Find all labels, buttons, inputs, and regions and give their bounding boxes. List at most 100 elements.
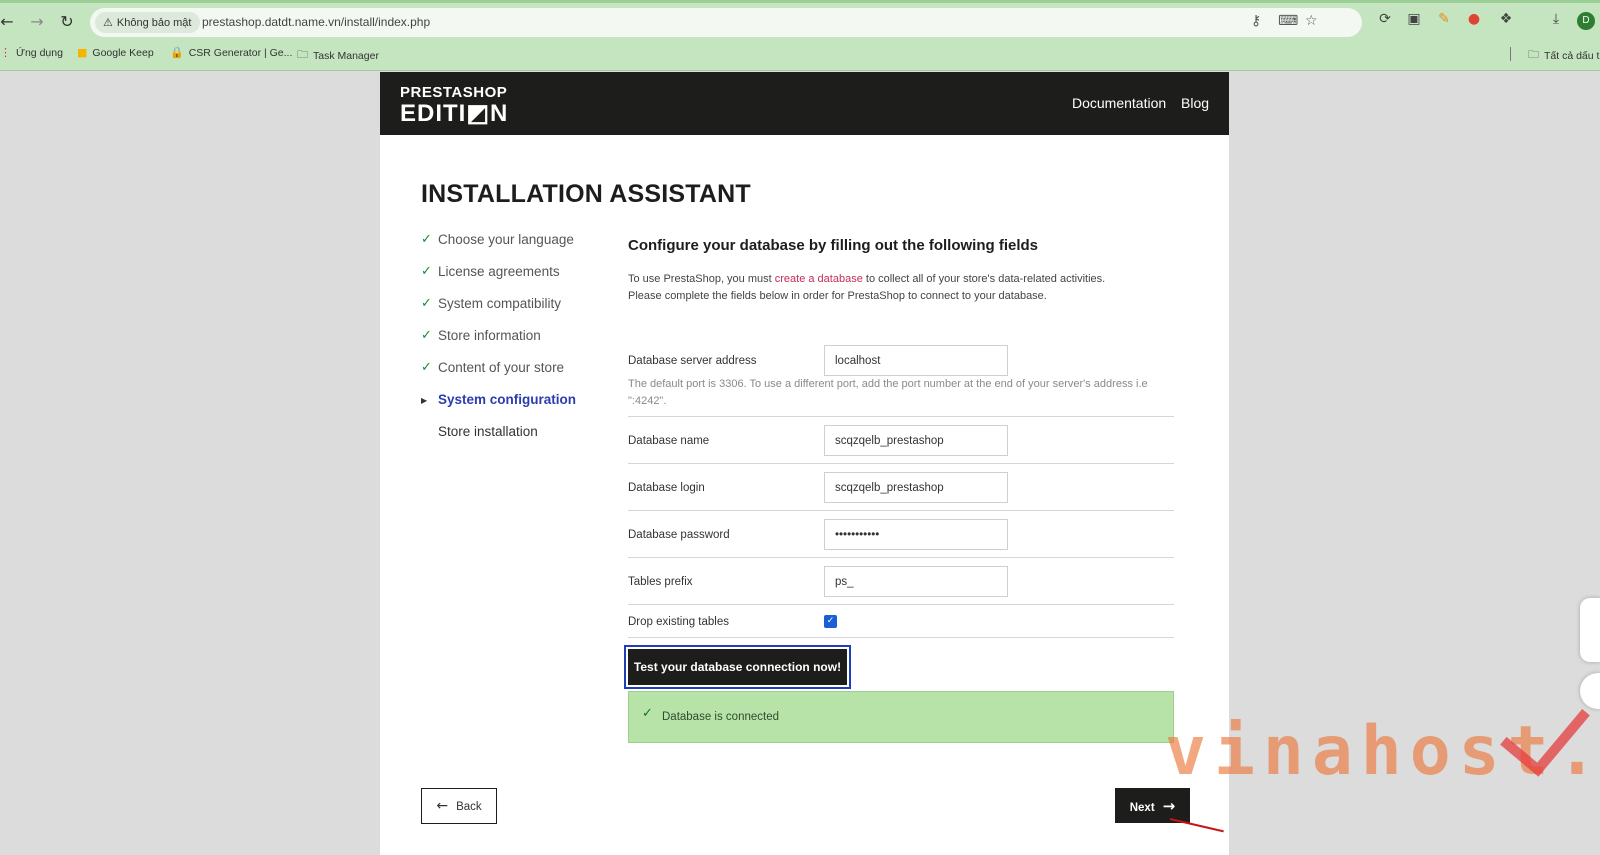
step-license[interactable]: ✓ License agreements <box>421 264 601 296</box>
puzzle-icon[interactable]: ❖ <box>1496 11 1516 31</box>
security-chip[interactable]: ⚠ Không bảo mật <box>95 12 200 33</box>
test-connection-button[interactable]: Test your database connection now! <box>624 645 851 689</box>
database-name-label: Database name <box>628 435 710 447</box>
database-password-input[interactable] <box>824 519 1008 550</box>
back-nav-icon[interactable]: ← <box>0 10 18 32</box>
check-icon: ✓ <box>421 360 432 375</box>
database-name-row: Database name <box>628 417 1174 464</box>
side-widget[interactable] <box>1580 598 1600 662</box>
check-icon: ✓ <box>421 328 432 343</box>
database-login-input[interactable] <box>824 472 1008 503</box>
bookmark-label: Tất cả dấu t <box>1544 49 1600 62</box>
forward-nav-icon[interactable]: → <box>26 10 48 32</box>
step-list: ✓ Choose your language ✓ License agreement… <box>421 232 601 456</box>
bookmark-label: CSR Generator | Ge... <box>188 46 293 59</box>
bookmark-label: Ứng dụng <box>16 46 63 59</box>
check-icon: ✓ <box>421 296 432 311</box>
step-label: License agreements <box>438 264 560 279</box>
success-message: Database is connected <box>662 711 779 723</box>
warning-icon: ⚠ <box>103 16 113 29</box>
profile-avatar[interactable]: D <box>1577 12 1595 30</box>
bookmark-separator <box>1510 47 1511 61</box>
drop-tables-checkbox[interactable]: ✓ <box>824 615 837 628</box>
server-address-hint: The default port is 3306. To use a diffe… <box>628 378 1148 407</box>
page-title: INSTALLATION ASSISTANT <box>421 180 751 208</box>
intro-text: to collect all of your store's data-rela… <box>862 273 1106 285</box>
form-heading: Configure your database by filling out t… <box>628 237 1039 254</box>
folder-icon: 🗀 <box>1528 48 1539 61</box>
back-label: Back <box>456 801 482 813</box>
extension-badge-icon[interactable]: ● <box>1464 11 1484 31</box>
keep-icon: ■ <box>77 46 88 59</box>
browser-toolbar: ← → ↻ ⚠ Không bảo mật prestashop.datdt.n… <box>0 0 1600 71</box>
folder-icon: 🗀 <box>297 48 308 61</box>
intro-text: To use PrestaShop, you must <box>628 273 775 285</box>
step-label: System compatibility <box>438 296 562 311</box>
check-icon: ✓ <box>421 232 432 247</box>
arrow-left-icon: ← <box>436 798 449 814</box>
step-system-configuration[interactable]: ▶ System configuration <box>421 392 601 424</box>
star-icon[interactable]: ☆ <box>1305 13 1318 29</box>
documentation-link[interactable]: Documentation <box>1072 95 1166 111</box>
step-store-installation: Store installation <box>421 424 601 456</box>
tab-strip <box>0 0 1600 3</box>
drop-tables-row: Drop existing tables ✓ <box>628 605 1174 638</box>
server-address-input[interactable] <box>824 345 1008 376</box>
reload-icon[interactable]: ↻ <box>56 10 78 32</box>
tables-prefix-row: Tables prefix <box>628 558 1174 605</box>
security-label: Không bảo mật <box>116 16 192 29</box>
bookmark-label: Task Manager <box>313 49 379 62</box>
bookmark-task-manager[interactable]: 🗀 Task Manager <box>297 46 379 65</box>
site-header: PRESTASHOP EDITI◩N Documentation Blog <box>380 72 1229 135</box>
server-address-row: Database server address The default port… <box>628 345 1174 417</box>
back-button[interactable]: ← Back <box>421 788 497 824</box>
intro-text: Please complete the fields below in orde… <box>628 290 1047 302</box>
translate-icon[interactable]: ⌨ <box>1278 13 1298 29</box>
key-icon[interactable]: ⚷ <box>1251 13 1261 29</box>
pencil-icon[interactable]: ✎ <box>1434 11 1454 31</box>
server-address-label: Database server address <box>628 355 757 367</box>
arrow-right-icon: → <box>1162 796 1176 815</box>
sync-icon[interactable]: ⟳ <box>1375 11 1395 31</box>
form-intro: Configure your database by filling out t… <box>628 237 1174 305</box>
database-login-row: Database login <box>628 464 1174 511</box>
step-compatibility[interactable]: ✓ System compatibility <box>421 296 601 328</box>
step-label: System configuration <box>438 392 577 407</box>
side-widget-button[interactable] <box>1580 673 1600 709</box>
url-text[interactable]: prestashop.datdt.name.vn/install/index.p… <box>202 15 430 29</box>
caret-right-icon: ▶ <box>421 396 428 405</box>
drop-tables-label: Drop existing tables <box>628 616 729 628</box>
address-bar[interactable]: ⚠ Không bảo mật prestashop.datdt.name.vn… <box>90 8 1362 37</box>
step-label: Store installation <box>438 424 538 439</box>
bookmark-all[interactable]: 🗀 Tất cả dấu t <box>1528 46 1599 65</box>
download-icon[interactable]: ⤓ <box>1546 11 1566 31</box>
next-button[interactable]: Next → <box>1115 788 1190 823</box>
step-label: Choose your language <box>438 232 574 247</box>
bookmarks-bar: ⋮ Ứng dụng ■ Google Keep 🔒 CSR Generator… <box>0 44 1600 64</box>
check-icon: ✓ <box>642 706 653 721</box>
bookmark-label: Google Keep <box>92 46 154 59</box>
step-choose-language[interactable]: ✓ Choose your language <box>421 232 601 264</box>
tables-prefix-label: Tables prefix <box>628 576 693 588</box>
form-intro-text: To use PrestaShop, you must create a dat… <box>628 271 1174 305</box>
step-label: Content of your store <box>438 360 565 375</box>
next-label: Next <box>1129 801 1155 814</box>
apps-grid-icon: ⋮ <box>0 46 11 59</box>
step-store-information[interactable]: ✓ Store information <box>421 328 601 360</box>
logo-text-bottom[interactable]: EDITI◩N <box>400 99 508 128</box>
database-login-label: Database login <box>628 482 705 494</box>
bookmark-apps[interactable]: ⋮ Ứng dụng <box>0 46 63 59</box>
create-database-link[interactable]: create a database <box>775 273 863 285</box>
blog-link[interactable]: Blog <box>1181 95 1209 111</box>
tables-prefix-input[interactable] <box>824 566 1008 597</box>
bookmark-csr-generator[interactable]: 🔒 CSR Generator | Ge... <box>170 46 292 59</box>
qr-icon[interactable]: ▣ <box>1404 11 1424 31</box>
lock-icon: 🔒 <box>170 46 184 59</box>
step-store-content[interactable]: ✓ Content of your store <box>421 360 601 392</box>
database-password-row: Database password <box>628 511 1174 558</box>
installer-page: PRESTASHOP EDITI◩N Documentation Blog IN… <box>380 72 1229 855</box>
check-icon: ✓ <box>421 264 432 279</box>
step-label: Store information <box>438 328 541 343</box>
database-name-input[interactable] <box>824 425 1008 456</box>
bookmark-google-keep[interactable]: ■ Google Keep <box>77 46 154 59</box>
